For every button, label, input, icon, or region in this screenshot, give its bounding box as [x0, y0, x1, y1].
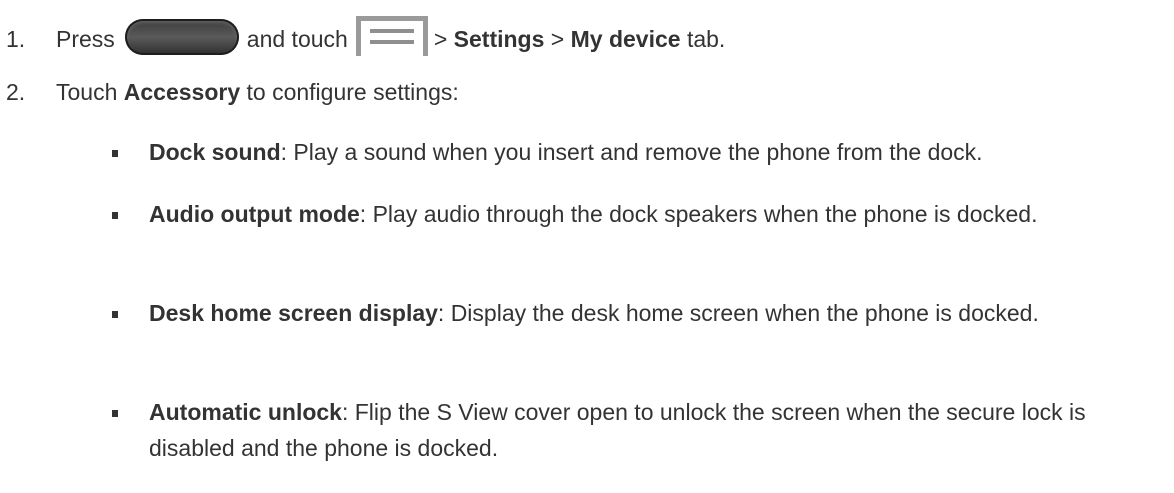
list-item-text: Automatic unlock: Flip the S View cover …: [149, 394, 1159, 466]
my-device-label: My device: [570, 26, 681, 52]
list-item-desc: : Play a sound when you insert and remov…: [280, 139, 983, 165]
list-item-term: Dock sound: [149, 139, 281, 165]
step-text: to configure settings:: [246, 79, 459, 105]
step-2: 2. Touch Accessory to configure settings…: [0, 78, 459, 106]
step-separator: >: [550, 26, 565, 52]
menu-bar: [369, 40, 414, 44]
bullet-icon: [112, 311, 118, 318]
home-key-icon: [124, 19, 239, 55]
list-item-text: Desk home screen display: Display the de…: [149, 295, 1159, 331]
list-item-term: Automatic unlock: [149, 399, 342, 425]
instructions-document: 1. Press and touch > Settings > My devic…: [0, 0, 1174, 493]
step-text: tab.: [686, 26, 726, 52]
list-item-desc: : Display the desk home screen when the …: [437, 300, 1039, 326]
accessory-label: Accessory: [123, 79, 241, 105]
list-item-text: Dock sound: Play a sound when you insert…: [149, 134, 1159, 170]
step-number: 2.: [6, 79, 26, 105]
list-item-text: Audio output mode: Play audio through th…: [149, 196, 1159, 232]
list-item-term: Audio output mode: [149, 201, 360, 227]
menu-key-icon: [355, 16, 428, 56]
menu-bar: [369, 29, 414, 33]
step-separator: >: [433, 26, 448, 52]
step-text: and touch: [246, 26, 348, 52]
bullet-icon: [112, 212, 118, 219]
bullet-icon: [112, 410, 118, 417]
list-item-term: Desk home screen display: [149, 300, 438, 326]
list-item-desc: : Play audio through the dock speakers w…: [359, 201, 1038, 227]
bullet-icon: [112, 150, 118, 157]
step-text: Touch: [56, 79, 118, 105]
step-1: 1. Press and touch > Settings > My devic…: [0, 13, 726, 56]
settings-label: Settings: [453, 26, 545, 52]
step-text: Press: [56, 26, 115, 52]
step-number: 1.: [6, 26, 26, 52]
